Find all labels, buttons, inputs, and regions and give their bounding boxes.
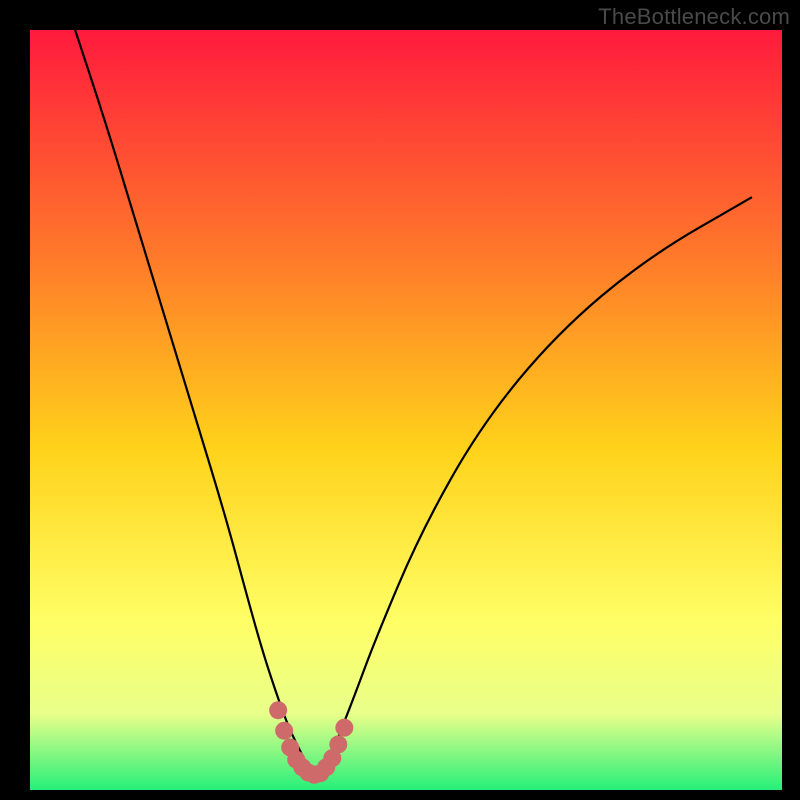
marker-dot bbox=[329, 735, 347, 753]
marker-dot bbox=[275, 722, 293, 740]
watermark-text: TheBottleneck.com bbox=[598, 4, 790, 30]
bottleneck-chart bbox=[0, 0, 800, 800]
chart-stage: TheBottleneck.com bbox=[0, 0, 800, 800]
plot-background bbox=[30, 30, 782, 790]
marker-dot bbox=[335, 719, 353, 737]
marker-dot bbox=[269, 701, 287, 719]
